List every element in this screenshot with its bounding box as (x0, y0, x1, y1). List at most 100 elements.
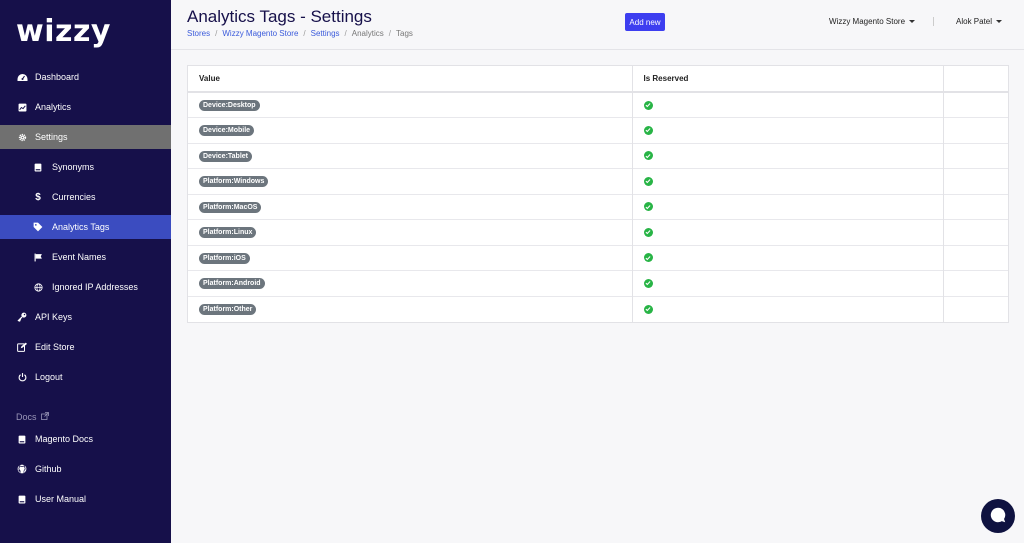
table-row: Device:Desktop (188, 92, 1008, 118)
breadcrumb-separator: / (388, 29, 392, 38)
sidebar-item-label: Github (35, 464, 62, 474)
sidebar-item-label: Event Names (52, 252, 107, 262)
cell-value: Device:Tablet (188, 142, 633, 169)
user-name: Alok Patel (956, 17, 993, 26)
key-icon (16, 312, 28, 322)
tag-badge: Platform:MacOS (199, 201, 262, 213)
tag-badge: Device:Mobile (199, 125, 255, 137)
cell-actions (943, 219, 1008, 245)
cell-is-reserved (632, 168, 944, 194)
sidebar-item-analytics[interactable]: Analytics (0, 95, 171, 119)
docs-heading: Docs (16, 412, 49, 422)
check-circle-icon (643, 253, 653, 263)
tag-badge: Platform:iOS (199, 252, 250, 264)
cell-actions (943, 117, 1008, 143)
breadcrumb-store[interactable]: Wizzy Magento Store (222, 29, 298, 38)
book-icon (16, 435, 28, 444)
tag-badge: Platform:Other (199, 304, 257, 315)
breadcrumb: Stores / Wizzy Magento Store / Settings … (187, 29, 413, 38)
check-circle-icon (643, 100, 653, 110)
external-link-icon (40, 412, 49, 422)
sidebar-item-label: Synonyms (52, 162, 95, 172)
column-header-actions (943, 66, 1008, 93)
cell-actions (943, 168, 1008, 194)
chevron-down-icon (996, 20, 1003, 23)
table-row: Platform:Other (188, 295, 1008, 322)
sidebar-item-user-manual[interactable]: User Manual (0, 487, 171, 511)
cell-is-reserved (632, 219, 944, 245)
sidebar-item-settings[interactable]: Settings (0, 125, 171, 149)
table-row: Platform:Android (188, 270, 1008, 296)
wizzy-logo[interactable]: wizzy (16, 14, 111, 49)
table-row: Device:Tablet (188, 142, 1008, 169)
tag-badge: Device:Desktop (199, 100, 260, 111)
sidebar-item-api-keys[interactable]: API Keys (0, 305, 171, 329)
sidebar-item-ignored-ip[interactable]: Ignored IP Addresses (0, 275, 171, 299)
check-circle-icon (643, 278, 653, 288)
column-header-is-reserved: Is Reserved (632, 66, 944, 93)
store-selector[interactable]: Wizzy Magento Store (829, 17, 916, 26)
breadcrumb-stores[interactable]: Stores (187, 29, 210, 38)
tag-icon (32, 222, 44, 232)
table-header-row: Value Is Reserved (188, 66, 1008, 93)
check-circle-icon (643, 176, 653, 186)
table-row: Platform:iOS (188, 244, 1008, 271)
check-circle-icon (643, 202, 653, 212)
sidebar-item-currencies[interactable]: $ Currencies (0, 185, 171, 209)
breadcrumb-separator: / (344, 29, 347, 38)
check-circle-icon (643, 304, 653, 314)
cell-actions (943, 142, 1008, 169)
chevron-down-icon (909, 20, 916, 23)
tag-badge: Platform:Linux (199, 227, 257, 239)
dashboard-icon (16, 73, 28, 82)
sidebar-item-analytics-tags[interactable]: Analytics Tags (0, 215, 171, 239)
power-icon (16, 372, 28, 382)
sidebar-item-event-names[interactable]: Event Names (0, 245, 171, 269)
sidebar-item-label: Dashboard (35, 72, 80, 82)
check-circle-icon (643, 227, 653, 237)
table-row: Platform:MacOS (188, 193, 1008, 220)
sidebar-item-dashboard[interactable]: Dashboard (0, 65, 171, 89)
chat-bubble-icon (989, 506, 1007, 526)
tag-badge: Device:Tablet (199, 150, 252, 162)
cell-value: Platform:Android (188, 270, 633, 296)
breadcrumb-analytics: Analytics (351, 29, 384, 38)
sidebar-item-label: API Keys (35, 312, 73, 322)
chat-widget-button[interactable] (981, 499, 1015, 533)
check-circle-icon (643, 151, 653, 161)
github-icon (16, 464, 28, 474)
cell-is-reserved (632, 295, 944, 322)
cell-actions (943, 270, 1008, 296)
user-menu[interactable]: Alok Patel (956, 17, 1003, 26)
add-new-button[interactable]: Add new (625, 13, 665, 31)
table-row: Platform:Linux (188, 219, 1008, 245)
cell-is-reserved (632, 117, 944, 143)
page-title: Analytics Tags - Settings (187, 7, 372, 26)
cell-value: Platform:iOS (188, 244, 633, 271)
chart-icon (16, 103, 28, 112)
breadcrumb-separator: / (303, 29, 306, 38)
breadcrumb-settings[interactable]: Settings (311, 29, 340, 38)
tag-badge: Platform:Android (199, 278, 265, 290)
sidebar: wizzy Dashboard Analytics Settings Synon… (0, 0, 171, 543)
flag-icon (32, 253, 44, 262)
edit-icon (16, 342, 28, 352)
store-selector-label: Wizzy Magento Store (829, 17, 906, 26)
sidebar-item-logout[interactable]: Logout (0, 365, 171, 389)
sidebar-item-label: Analytics Tags (52, 222, 110, 232)
sidebar-item-magento-docs[interactable]: Magento Docs (0, 427, 171, 451)
sidebar-item-edit-store[interactable]: Edit Store (0, 335, 171, 359)
docs-heading-label: Docs (16, 412, 37, 422)
cell-actions (943, 92, 1008, 118)
sidebar-item-label: Currencies (52, 192, 96, 202)
cell-value: Platform:Windows (188, 168, 633, 194)
cell-actions (943, 193, 1008, 220)
table-row: Device:Mobile (188, 117, 1008, 143)
book-icon (16, 495, 28, 504)
sidebar-item-github[interactable]: Github (0, 457, 171, 481)
sidebar-item-label: Magento Docs (35, 434, 94, 444)
cell-value: Platform:MacOS (188, 193, 633, 220)
column-header-value: Value (188, 66, 633, 93)
sidebar-item-synonyms[interactable]: Synonyms (0, 155, 171, 179)
sidebar-item-label: Logout (35, 372, 63, 382)
